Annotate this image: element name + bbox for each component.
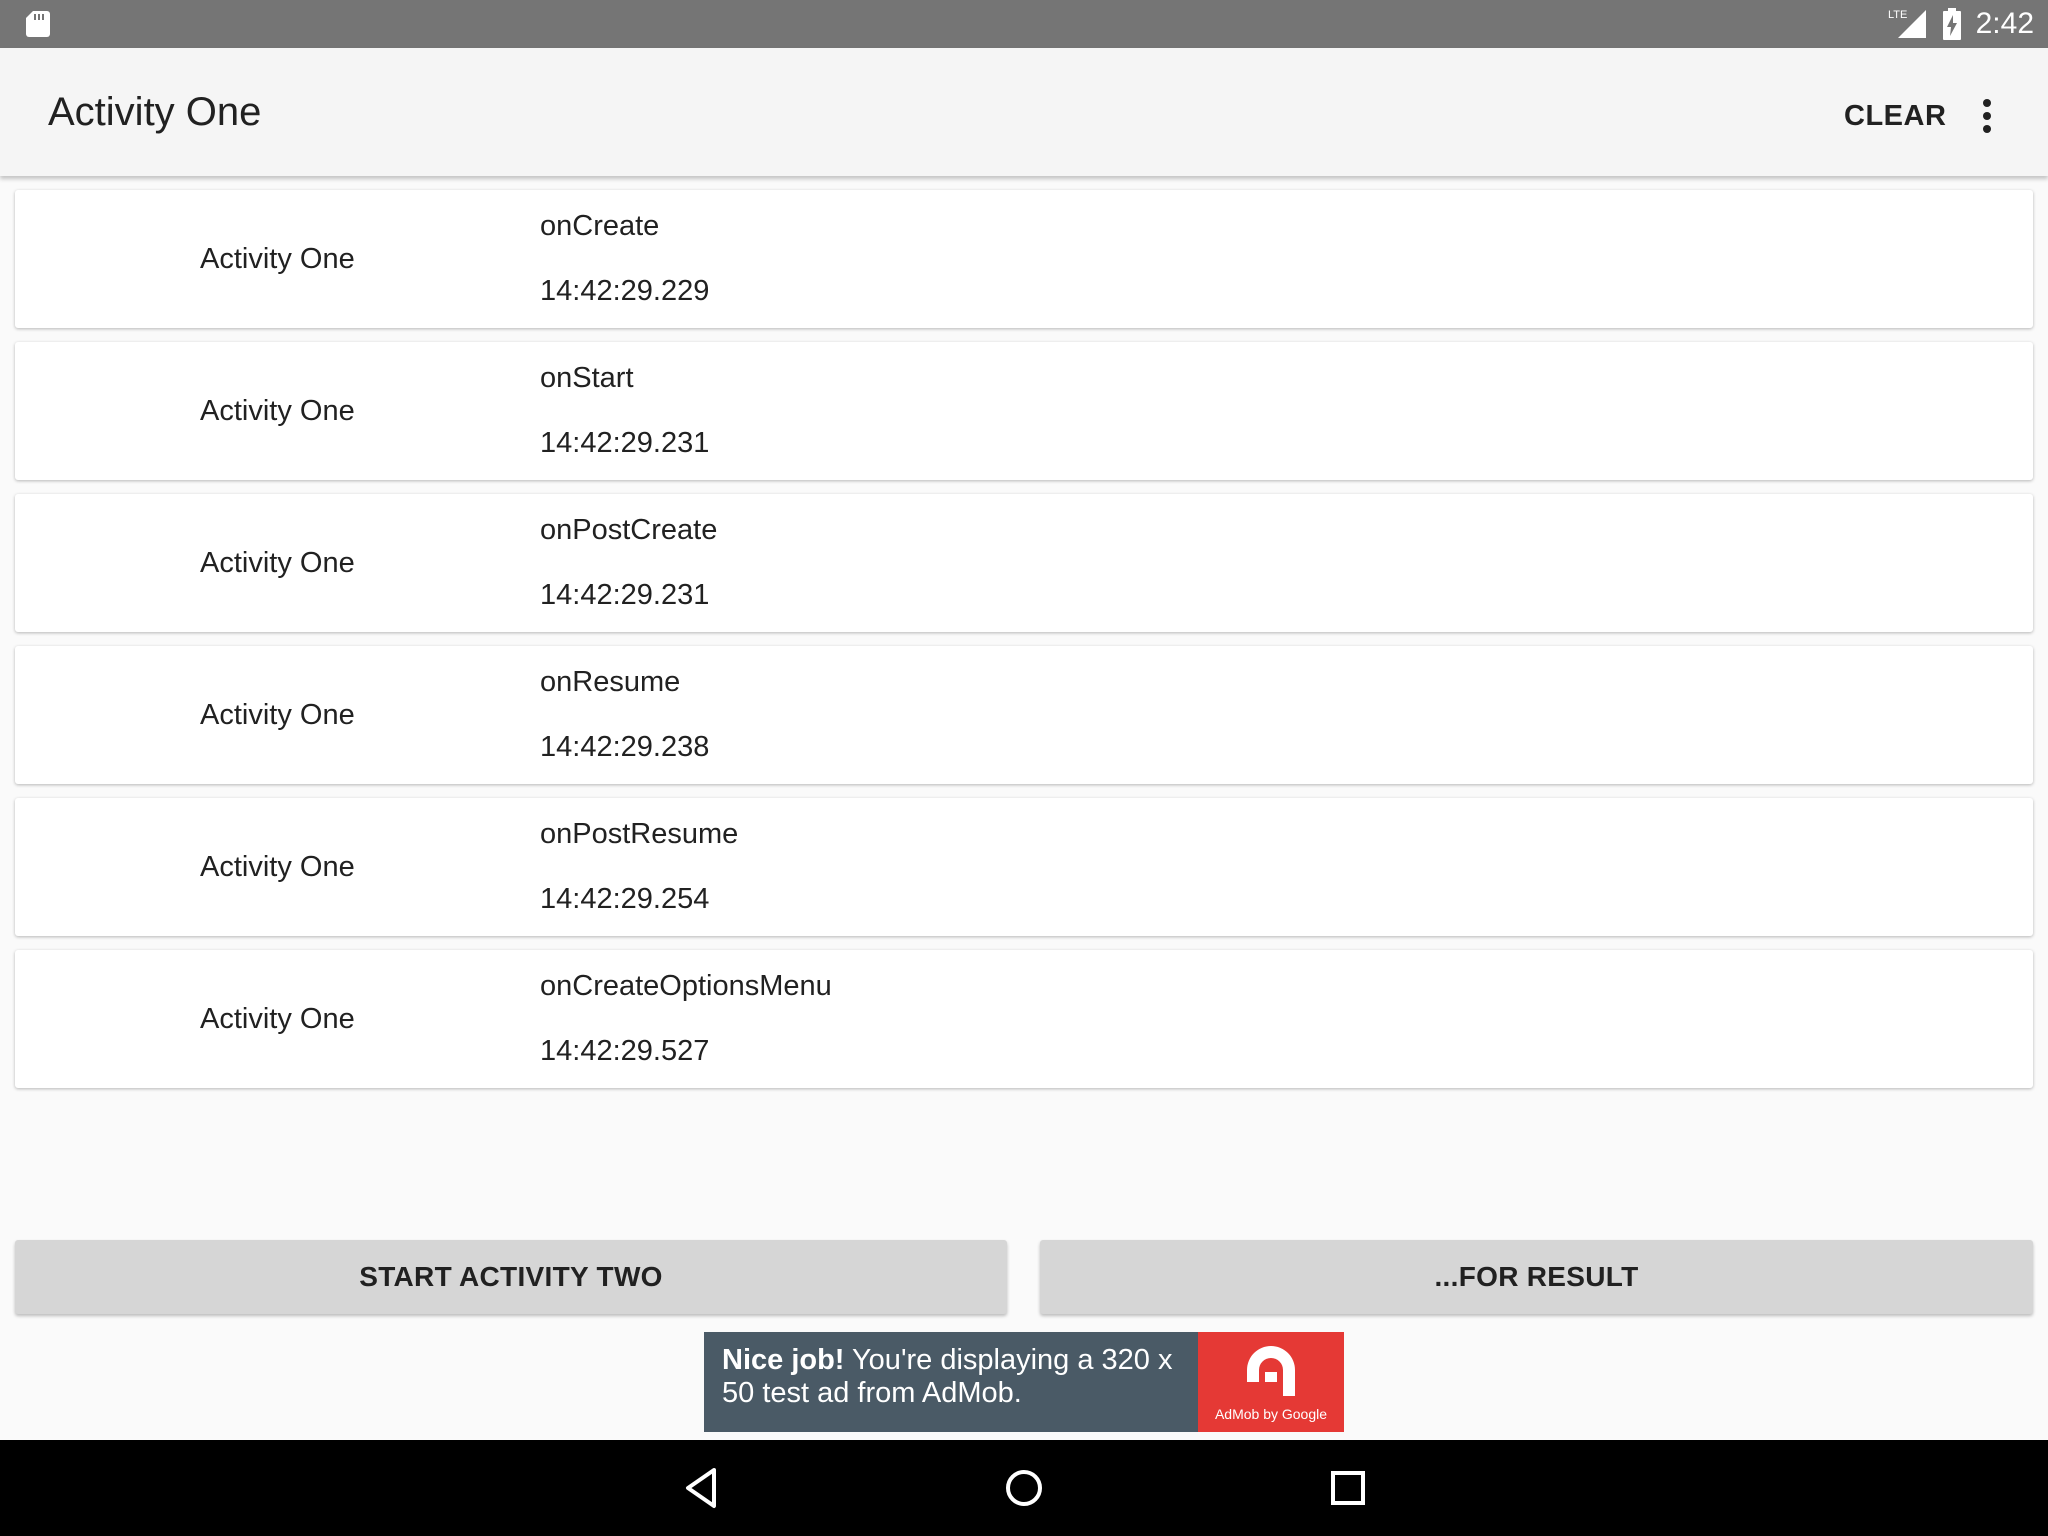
activity-name: Activity One <box>200 190 355 328</box>
timestamp: 14:42:29.229 <box>540 275 709 308</box>
app-bar: Activity One CLEAR <box>0 48 2048 176</box>
method-name: onStart <box>540 362 634 395</box>
sd-card-icon <box>26 11 50 37</box>
activity-name: Activity One <box>200 494 355 632</box>
method-name: onCreate <box>540 210 659 243</box>
list-item[interactable]: Activity One onCreate 14:42:29.229 <box>15 190 2033 328</box>
timestamp: 14:42:29.527 <box>540 1035 709 1068</box>
method-name: onPostResume <box>540 818 738 851</box>
timestamp: 14:42:29.231 <box>540 427 709 460</box>
battery-charging-icon <box>1942 8 1962 40</box>
navigation-bar <box>0 1440 2048 1536</box>
method-name: onPostCreate <box>540 514 717 547</box>
page-title: Activity One <box>48 90 261 135</box>
admob-brand-text: AdMob by Google <box>1198 1406 1344 1422</box>
list-item[interactable]: Activity One onStart 14:42:29.231 <box>15 342 2033 480</box>
clear-button[interactable]: CLEAR <box>1844 96 1946 136</box>
method-name: onResume <box>540 666 680 699</box>
status-time: 2:42 <box>1976 7 2034 41</box>
activity-name: Activity One <box>200 342 355 480</box>
timestamp: 14:42:29.238 <box>540 731 709 764</box>
list-item[interactable]: Activity One onPostCreate 14:42:29.231 <box>15 494 2033 632</box>
timestamp: 14:42:29.254 <box>540 883 709 916</box>
svg-text:LTE: LTE <box>1888 9 1907 21</box>
home-icon[interactable] <box>996 1460 1052 1516</box>
activity-name: Activity One <box>200 646 355 784</box>
for-result-button[interactable]: ...FOR RESULT <box>1040 1240 2033 1314</box>
status-bar: LTE 2:42 <box>0 0 2048 48</box>
ad-banner[interactable]: Nice job! You're displaying a 320 x 50 t… <box>704 1332 1344 1432</box>
ad-headline: Nice job! <box>722 1344 844 1376</box>
ad-text: Nice job! You're displaying a 320 x 50 t… <box>704 1332 1198 1432</box>
admob-icon <box>1242 1342 1300 1400</box>
timestamp: 14:42:29.231 <box>540 579 709 612</box>
activity-name: Activity One <box>200 798 355 936</box>
back-icon[interactable] <box>674 1460 730 1516</box>
list-item[interactable]: Activity One onPostResume 14:42:29.254 <box>15 798 2033 936</box>
list-item[interactable]: Activity One onCreateOptionsMenu 14:42:2… <box>15 950 2033 1088</box>
activity-name: Activity One <box>200 950 355 1088</box>
lte-signal-icon: LTE <box>1888 6 1928 42</box>
method-name: onCreateOptionsMenu <box>540 970 832 1003</box>
recents-icon[interactable] <box>1320 1460 1376 1516</box>
list-item[interactable]: Activity One onResume 14:42:29.238 <box>15 646 2033 784</box>
admob-logo: AdMob by Google <box>1198 1332 1344 1432</box>
start-activity-two-button[interactable]: START ACTIVITY TWO <box>15 1240 1007 1314</box>
more-vert-icon[interactable] <box>1972 90 2002 142</box>
